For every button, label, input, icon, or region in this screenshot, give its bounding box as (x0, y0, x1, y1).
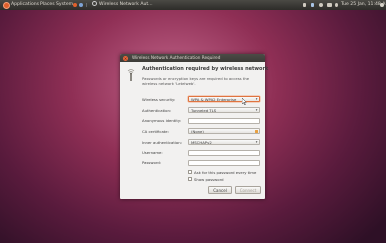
anonymous-identity-label: Anonymous identity: (142, 118, 182, 123)
dialog-heading: Authentication required by wireless netw… (142, 66, 269, 72)
folder-icon (254, 130, 258, 133)
ca-certificate-label: CA certificate: (142, 129, 169, 134)
show-password-label[interactable]: Show password (194, 177, 223, 182)
username-label: Username: (142, 150, 163, 155)
cancel-button[interactable]: Cancel (208, 186, 232, 194)
show-password-checkbox[interactable] (188, 177, 192, 181)
ca-certificate-value: (None) (191, 129, 204, 134)
applications-menu[interactable]: Applications (11, 0, 39, 10)
chevron-down-icon: ▾ (255, 108, 258, 112)
volume-icon[interactable] (335, 3, 338, 7)
dialog-titlebar[interactable]: × Wireless Network Authentication Requir… (120, 54, 265, 62)
ubuntu-logo-icon[interactable] (3, 2, 10, 9)
wireless-security-value: WPA & WPA2 Enterprise (191, 97, 237, 102)
firefox-launcher-icon[interactable] (73, 3, 77, 7)
wireless-network-icon (127, 69, 135, 81)
password-field[interactable] (188, 160, 260, 166)
places-menu[interactable]: Places (40, 0, 55, 10)
wireless-task-icon (92, 1, 97, 6)
password-label: Password: (142, 160, 162, 165)
help-launcher-icon[interactable] (79, 3, 83, 7)
authentication-value: Tunneled TLS (191, 108, 217, 113)
network-indicator-icon[interactable] (319, 3, 323, 7)
messaging-indicator-icon[interactable] (303, 3, 306, 7)
username-field[interactable] (188, 150, 260, 156)
panel-separator (86, 3, 87, 7)
wireless-security-label: Wireless security: (142, 97, 176, 102)
chevron-down-icon: ▾ (255, 140, 258, 144)
top-panel: Applications Places System Wireless Netw… (0, 0, 386, 10)
ask-password-checkbox[interactable] (188, 170, 192, 174)
system-menu[interactable]: System (56, 0, 73, 10)
wireless-auth-dialog: × Wireless Network Authentication Requir… (120, 54, 269, 199)
battery-icon[interactable] (327, 3, 332, 7)
taskbar-window-title: Wireless Network Aut... (99, 2, 153, 7)
mouse-pointer-icon (242, 98, 247, 105)
power-icon[interactable] (380, 3, 384, 7)
inner-authentication-label: Inner authentication: (142, 140, 182, 145)
taskbar-window-button[interactable]: Wireless Network Aut... (92, 0, 153, 10)
inner-authentication-combo[interactable]: MSCHAPv2 ▾ (188, 139, 260, 145)
anonymous-identity-field[interactable] (188, 118, 260, 124)
dialog-title: Wireless Network Authentication Required (132, 55, 221, 60)
ca-certificate-chooser[interactable]: (None) (188, 128, 260, 134)
ask-password-label[interactable]: Ask for this password every time (194, 170, 256, 175)
authentication-combo[interactable]: Tunneled TLS ▾ (188, 107, 260, 113)
close-icon[interactable]: × (123, 55, 128, 61)
bluetooth-icon[interactable] (311, 3, 314, 7)
wireless-security-combo[interactable]: WPA & WPA2 Enterprise ▾ (188, 96, 260, 102)
dialog-description: Passwords or encryption keys are require… (142, 76, 250, 86)
authentication-label: Authentication: (142, 108, 172, 113)
chevron-down-icon: ▾ (255, 97, 258, 101)
connect-button[interactable]: Connect (235, 186, 261, 194)
inner-authentication-value: MSCHAPv2 (191, 140, 212, 145)
